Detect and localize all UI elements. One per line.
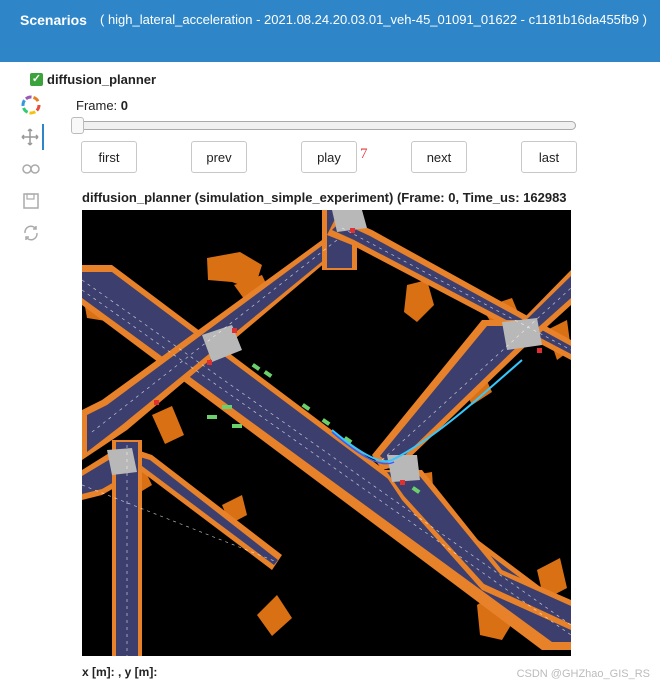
planner-toggle[interactable]: ✓ diffusion_planner [30,70,156,88]
save-icon[interactable] [18,188,44,214]
app-title: Scenarios [20,12,87,28]
play-button[interactable]: play [301,141,357,173]
annotation-mark: 7 [360,146,368,162]
frame-label-text: Frame: [76,98,118,113]
last-button[interactable]: last [521,141,577,173]
app-header: Scenarios ( high_lateral_acceleration - … [0,0,660,62]
prev-button[interactable]: prev [191,141,247,173]
frame-slider[interactable] [71,117,576,134]
frame-slider-handle[interactable] [71,117,84,134]
pan-icon[interactable] [18,124,44,150]
zoom-icon[interactable] [18,156,44,182]
watermark: CSDN @GHZhao_GIS_RS [516,668,650,680]
plot-title: diffusion_planner (simulation_simple_exp… [82,190,567,205]
map-plot[interactable] [82,210,571,656]
planner-label: diffusion_planner [47,71,157,87]
scenario-subtitle: ( high_lateral_acceleration - 2021.08.24… [100,12,647,27]
map-canvas[interactable] [82,210,571,656]
frame-indicator: Frame: 0 [76,98,128,113]
cursor-coords: x [m]: , y [m]: [82,665,158,679]
planner-checkbox[interactable]: ✓ [30,72,43,86]
first-button[interactable]: first [81,141,137,173]
plot-toolbar [18,92,48,252]
logo-icon[interactable] [18,92,44,118]
next-button[interactable]: next [411,141,467,173]
reset-icon[interactable] [18,220,44,246]
road-network [82,210,571,656]
frame-value: 0 [120,98,129,113]
